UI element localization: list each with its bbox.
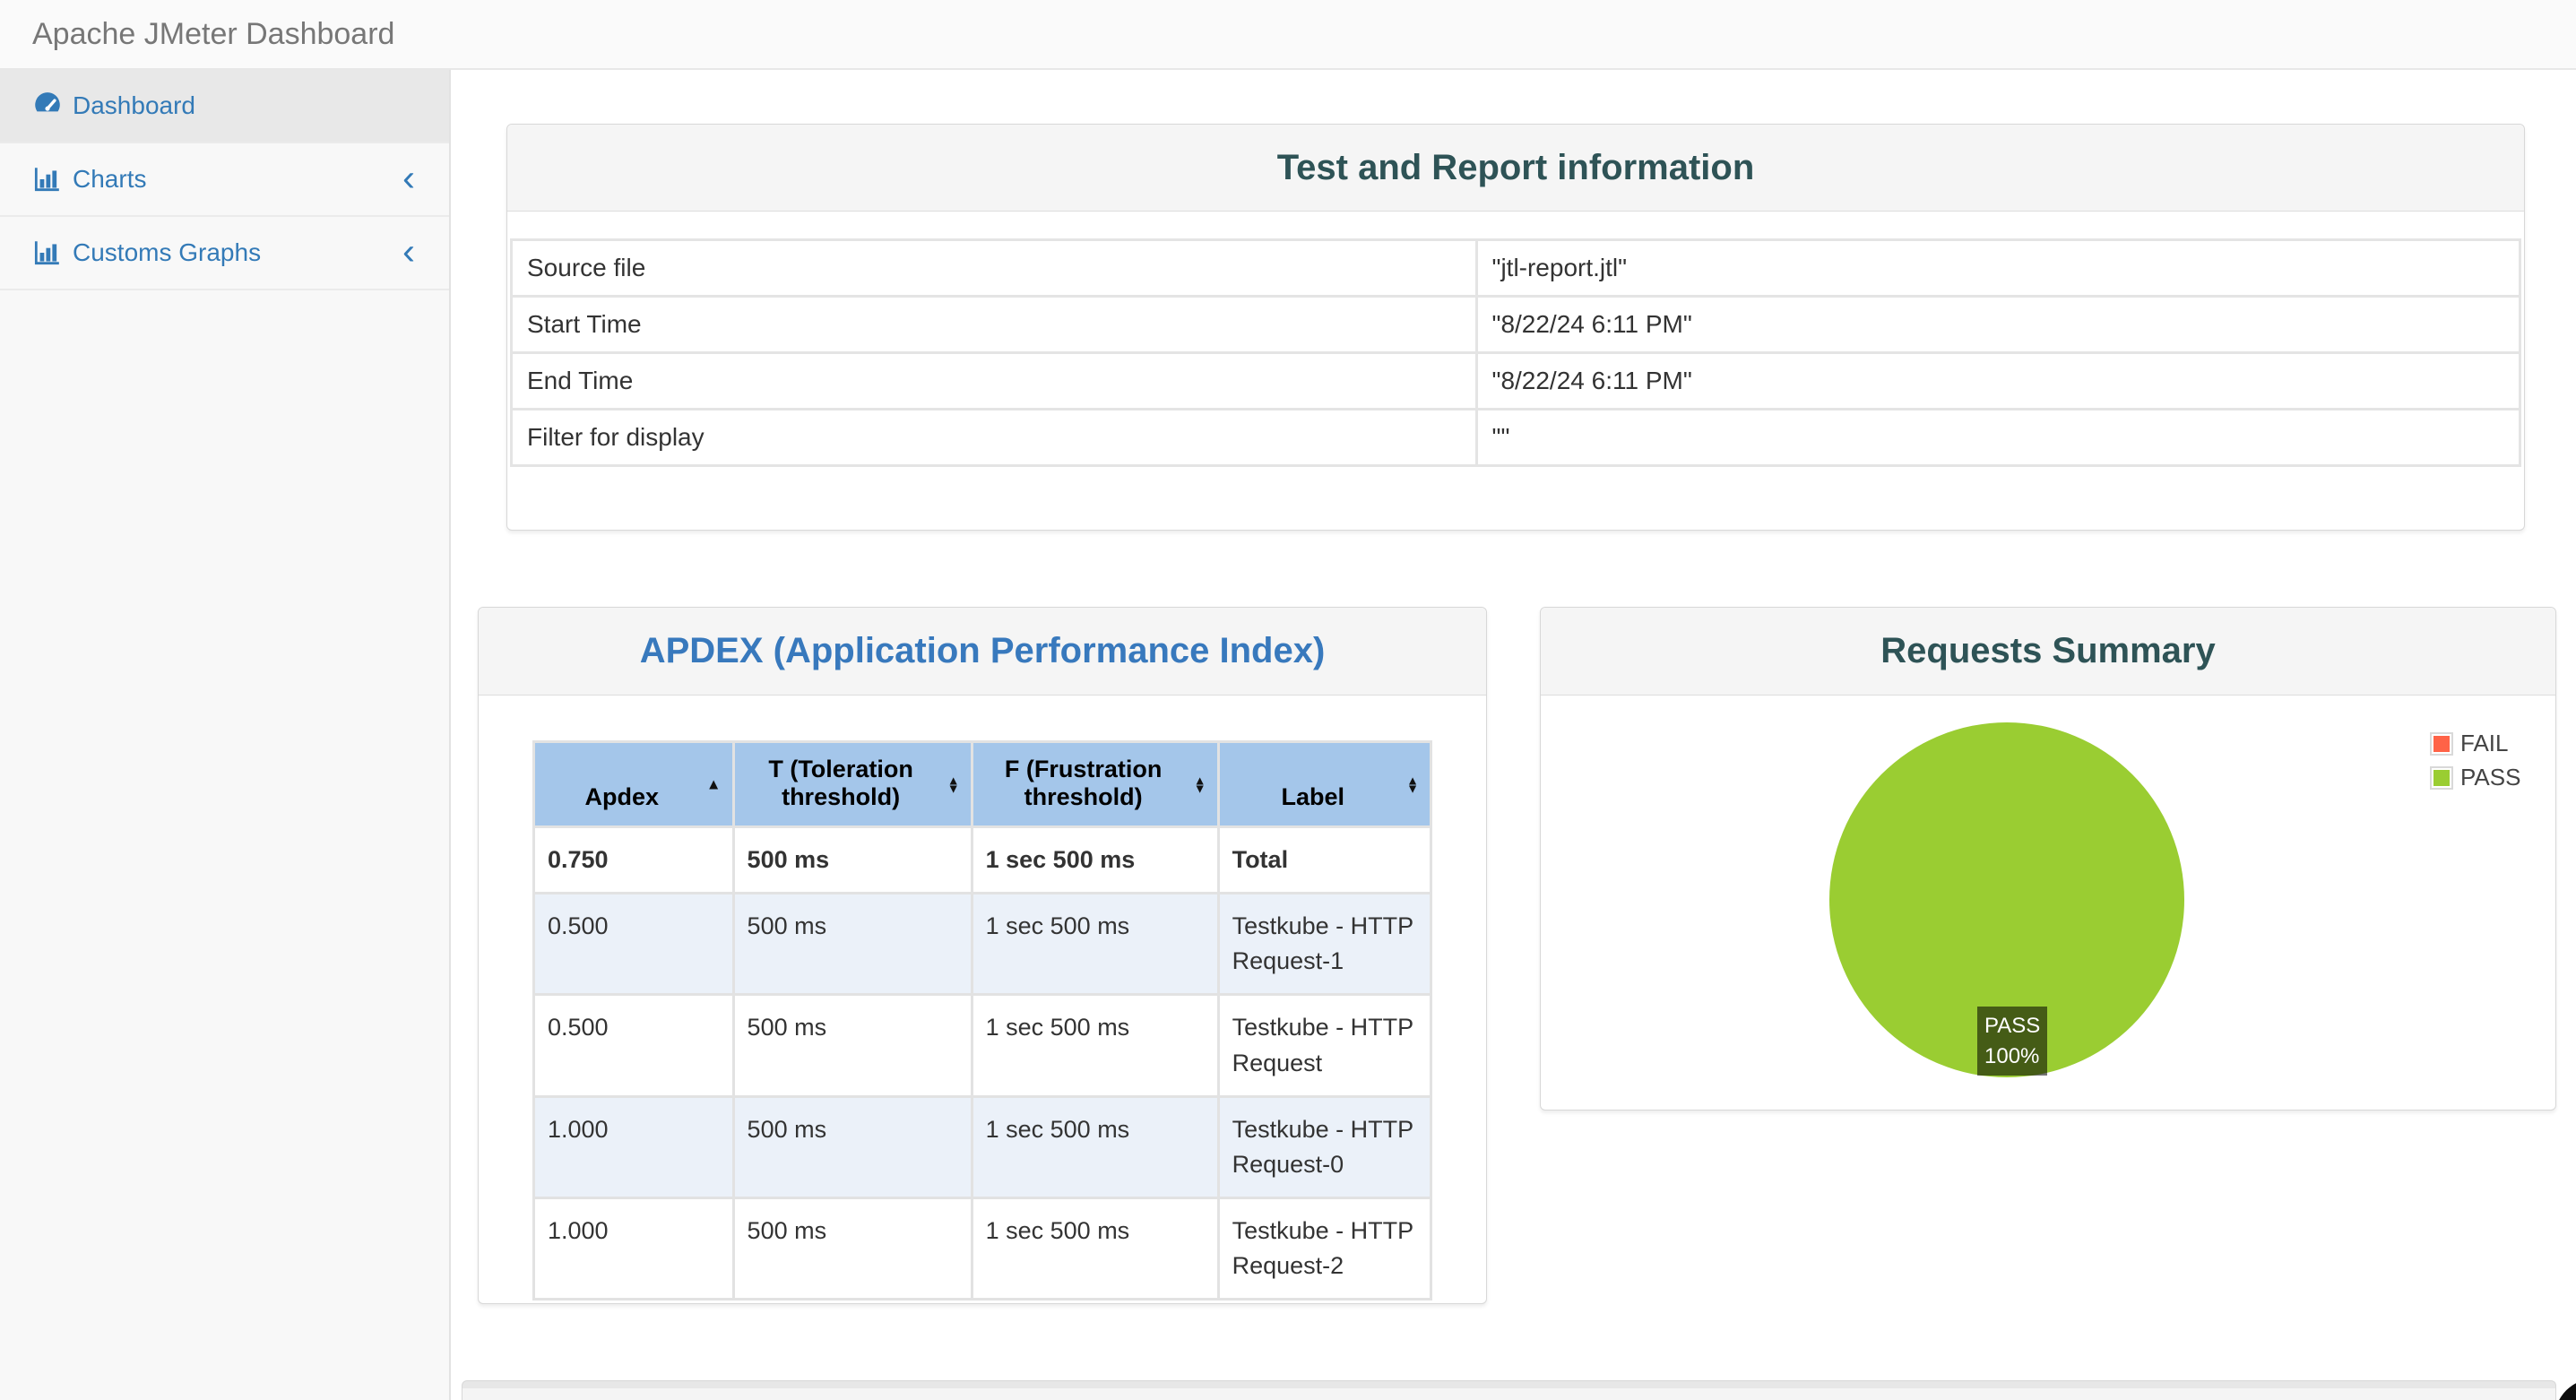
top-navbar: Apache JMeter Dashboard: [0, 0, 2576, 70]
scroll-to-top-button[interactable]: [2554, 1378, 2576, 1400]
chevron-left-icon: ‹: [402, 229, 415, 272]
info-value-cell: "": [1477, 410, 2519, 464]
info-label-cell: Start Time: [513, 298, 1475, 351]
apdex-cell: Testkube - HTTP Request-1: [1219, 894, 1430, 994]
apdex-cell: Testkube - HTTP Request-2: [1219, 1198, 1430, 1299]
apdex-cell: Testkube - HTTP Request-0: [1219, 1097, 1430, 1197]
bar-chart-icon: [31, 163, 67, 195]
dashboard-gauge-icon: [31, 90, 67, 122]
info-label-cell: Filter for display: [513, 410, 1475, 464]
sidebar-item-charts[interactable]: Charts ‹: [0, 143, 449, 217]
table-row: End Time "8/22/24 6:11 PM": [513, 354, 2519, 408]
requests-summary-title: Requests Summary: [1880, 631, 2216, 670]
sort-both-icon: ▲ ▼: [1193, 773, 1206, 795]
chevron-left-icon: ‹: [402, 156, 415, 199]
jmeter-dashboard: Apache JMeter Dashboard Dashboard Charts…: [0, 0, 2576, 1400]
apdex-cell: 1 sec 500 ms: [972, 894, 1217, 994]
info-label-cell: Source file: [513, 241, 1475, 295]
test-info-panel-heading: Test and Report information: [507, 125, 2524, 212]
info-label-cell: End Time: [513, 354, 1475, 408]
test-info-table-body: Source file "jtl-report.jtl" Start Time "8/…: [513, 241, 2519, 464]
pie-slice-label: PASS 100%: [1977, 1007, 2048, 1076]
sidebar-item-label: Dashboard: [73, 91, 195, 119]
apdex-cell: 500 ms: [734, 828, 971, 893]
test-info-panel-title: Test and Report information: [1276, 147, 1755, 187]
apdex-cell: 1 sec 500 ms: [972, 1097, 1217, 1197]
chart-legend: FAIL PASS: [2430, 730, 2520, 798]
apdex-table-body: 0.750 500 ms 1 sec 500 ms Total 0.500 500 ms 1…: [535, 828, 1430, 1299]
table-row: 0.750 500 ms 1 sec 500 ms Total: [535, 828, 1430, 893]
sidebar: Dashboard Charts ‹ Customs Graphs ‹: [0, 70, 451, 1400]
apdex-cell: 500 ms: [734, 996, 971, 1095]
legend-item-fail: FAIL: [2430, 730, 2520, 757]
apdex-panel-body: Apdex ▲ T (Toleration threshold) ▲ ▼ F (Frust…: [479, 696, 1486, 1301]
apdex-cell: Testkube - HTTP Request: [1219, 996, 1430, 1095]
apdex-cell: 1 sec 500 ms: [972, 828, 1217, 893]
info-value-cell: "jtl-report.jtl": [1477, 241, 2519, 295]
apdex-column-header-apdex[interactable]: Apdex ▲: [535, 743, 732, 825]
sidebar-item-label: Customs Graphs: [73, 238, 262, 266]
legend-swatch-fail: [2430, 731, 2453, 756]
test-info-table: Source file "jtl-report.jtl" Start Time "8/…: [510, 238, 2521, 467]
apdex-column-header-t-toleration-threshold[interactable]: T (Toleration threshold) ▲ ▼: [734, 743, 971, 825]
navbar-brand-title: Apache JMeter Dashboard: [32, 16, 395, 51]
apdex-header-row: Apdex ▲ T (Toleration threshold) ▲ ▼ F (Frust…: [535, 743, 1430, 825]
test-info-panel-body: Source file "jtl-report.jtl" Start Time "8/…: [507, 212, 2524, 467]
sort-asc-icon: ▲: [705, 775, 722, 793]
sort-both-icon: ▲ ▼: [947, 773, 960, 795]
table-row: 0.500 500 ms 1 sec 500 ms Testkube - HTTP R…: [535, 894, 1430, 994]
apdex-cell: 1 sec 500 ms: [972, 996, 1217, 1095]
info-value-cell: "8/22/24 6:11 PM": [1477, 298, 2519, 351]
requests-summary-heading: Requests Summary: [1541, 608, 2555, 696]
table-row: 1.000 500 ms 1 sec 500 ms Testkube - HTTP R…: [535, 1097, 1430, 1197]
apdex-cell: 1.000: [535, 1097, 732, 1197]
apdex-cell: 500 ms: [734, 1097, 971, 1197]
sidebar-item-label: Charts: [73, 165, 147, 193]
bar-chart-icon: [31, 237, 67, 269]
pie-slice-label-percent: 100%: [1984, 1043, 2040, 1068]
apdex-cell: 500 ms: [734, 1198, 971, 1299]
requests-summary-chart: PASS 100% FAIL PASS: [1541, 696, 2555, 1108]
apdex-cell: 1.000: [535, 1198, 732, 1299]
table-row: Source file "jtl-report.jtl": [513, 241, 2519, 295]
test-info-panel: Test and Report information Source file "…: [506, 124, 2525, 531]
legend-item-pass: PASS: [2430, 764, 2520, 791]
apdex-cell: 1 sec 500 ms: [972, 1198, 1217, 1299]
apdex-cell: 0.750: [535, 828, 732, 893]
apdex-column-header-label[interactable]: Label ▲ ▼: [1219, 743, 1430, 825]
legend-label: PASS: [2460, 764, 2521, 791]
table-row: Filter for display "": [513, 410, 2519, 464]
apdex-panel: APDEX (Application Performance Index) Ap…: [478, 607, 1487, 1304]
sidebar-item-dashboard[interactable]: Dashboard: [0, 70, 449, 143]
apdex-cell: Total: [1219, 828, 1430, 893]
sidebar-item-customs-graphs[interactable]: Customs Graphs ‹: [0, 217, 449, 290]
apdex-table: Apdex ▲ T (Toleration threshold) ▲ ▼ F (Frust…: [532, 740, 1432, 1301]
sort-both-icon: ▲ ▼: [1406, 773, 1419, 795]
requests-summary-panel: Requests Summary PASS 100% FAIL PASS: [1540, 607, 2556, 1110]
next-panel-strip: [462, 1380, 2556, 1400]
pie-slice-label-name: PASS: [1984, 1014, 2041, 1038]
apdex-cell: 0.500: [535, 894, 732, 994]
table-row: Start Time "8/22/24 6:11 PM": [513, 298, 2519, 351]
apdex-panel-heading: APDEX (Application Performance Index): [479, 608, 1486, 696]
legend-swatch-pass: [2430, 765, 2453, 790]
table-row: 1.000 500 ms 1 sec 500 ms Testkube - HTTP R…: [535, 1198, 1430, 1299]
legend-label: FAIL: [2460, 730, 2509, 756]
table-row: 0.500 500 ms 1 sec 500 ms Testkube - HTTP R…: [535, 996, 1430, 1095]
apdex-column-header-f-frustration-threshold[interactable]: F (Frustration threshold) ▲ ▼: [972, 743, 1217, 825]
apdex-panel-title: APDEX (Application Performance Index): [639, 631, 1326, 670]
apdex-cell: 500 ms: [734, 894, 971, 994]
apdex-cell: 0.500: [535, 996, 732, 1095]
info-value-cell: "8/22/24 6:11 PM": [1477, 354, 2519, 408]
